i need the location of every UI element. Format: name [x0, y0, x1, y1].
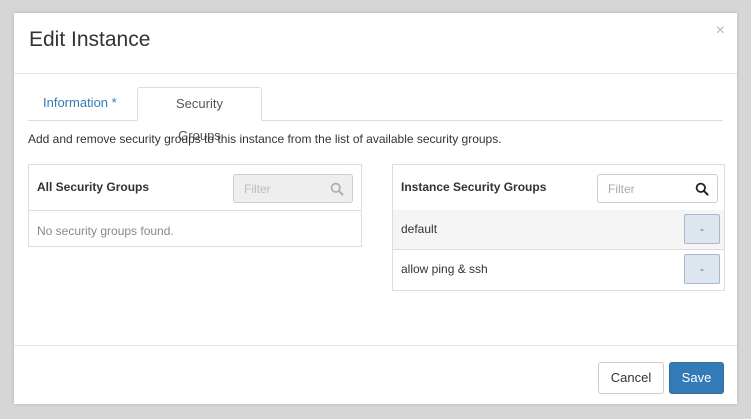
- cancel-button[interactable]: Cancel: [598, 362, 664, 394]
- modal-title: Edit Instance: [29, 28, 151, 51]
- help-text: Add and remove security groups to this i…: [28, 132, 502, 146]
- list-item: default -: [393, 210, 724, 250]
- empty-message: No security groups found.: [37, 224, 174, 238]
- close-icon[interactable]: ×: [716, 23, 725, 39]
- security-group-name: default: [401, 222, 438, 236]
- edit-instance-modal: Edit Instance × Information * Security G…: [14, 13, 737, 404]
- search-icon[interactable]: [695, 182, 709, 196]
- allocated-filter: [597, 174, 718, 203]
- list-item: allow ping & ssh -: [393, 250, 724, 290]
- instance-security-groups-panel: Instance Security Groups default - allow…: [392, 164, 725, 291]
- allocated-filter-input[interactable]: [598, 175, 698, 202]
- all-security-groups-panel: All Security Groups No security groups f…: [28, 164, 362, 247]
- remove-button[interactable]: -: [684, 214, 720, 244]
- available-filter-input[interactable]: [234, 175, 334, 202]
- modal-footer: Cancel Save: [14, 345, 737, 404]
- save-button[interactable]: Save: [669, 362, 724, 394]
- panel-title: All Security Groups: [37, 180, 150, 194]
- modal-header: Edit Instance ×: [14, 13, 737, 74]
- panel-heading: All Security Groups: [29, 165, 361, 211]
- tab-bar: Information * Security Groups: [28, 87, 723, 143]
- panel-heading: Instance Security Groups: [393, 165, 724, 211]
- tab-security-groups[interactable]: Security Groups: [137, 87, 262, 143]
- available-filter: [233, 174, 353, 203]
- tab-information[interactable]: Information *: [28, 87, 132, 120]
- remove-button[interactable]: -: [684, 254, 720, 284]
- panel-title: Instance Security Groups: [401, 180, 547, 194]
- security-group-name: allow ping & ssh: [401, 262, 488, 276]
- search-icon: [330, 182, 344, 196]
